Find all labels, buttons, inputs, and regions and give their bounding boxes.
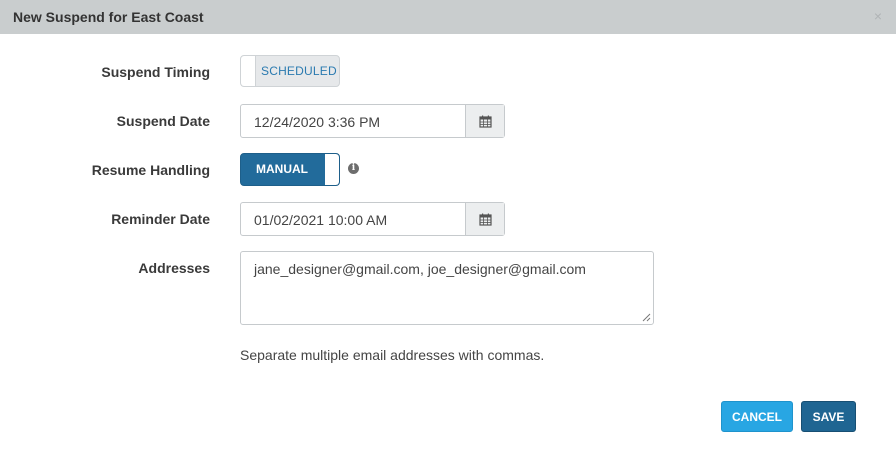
info-icon[interactable]: i (348, 163, 359, 174)
dialog-header: New Suspend for East Coast × (0, 0, 896, 34)
addresses-help-text: Separate multiple email addresses with c… (240, 347, 545, 363)
suspend-date-field[interactable]: 12/24/2020 3:36 PM (240, 104, 505, 138)
reminder-date-label: Reminder Date (111, 211, 210, 227)
addresses-value: jane_designer@gmail.com, joe_designer@gm… (254, 261, 586, 277)
dialog-title: New Suspend for East Coast (13, 9, 204, 25)
resume-handling-value: MANUAL (256, 162, 308, 176)
resize-grip-icon[interactable] (641, 312, 651, 322)
reminder-date-field[interactable]: 01/02/2021 10:00 AM (240, 202, 505, 236)
resume-handling-toggle[interactable]: MANUAL (240, 153, 340, 186)
toggle-knob (241, 56, 256, 86)
toggle-knob (325, 154, 339, 185)
addresses-label: Addresses (138, 260, 210, 276)
suspend-timing-label: Suspend Timing (101, 64, 210, 80)
resume-handling-label: Resume Handling (91, 162, 210, 178)
suspend-date-label: Suspend Date (116, 113, 210, 129)
calendar-icon (478, 213, 492, 226)
suspend-date-calendar-button[interactable] (465, 105, 504, 137)
reminder-date-value: 01/02/2021 10:00 AM (254, 212, 388, 228)
suspend-timing-value: SCHEDULED (261, 64, 337, 78)
suspend-date-value: 12/24/2020 3:36 PM (254, 114, 381, 130)
save-button[interactable]: SAVE (801, 401, 856, 432)
suspend-timing-toggle[interactable]: SCHEDULED (240, 55, 340, 87)
close-icon[interactable]: × (874, 8, 882, 24)
addresses-textarea[interactable]: jane_designer@gmail.com, joe_designer@gm… (240, 251, 654, 325)
reminder-date-calendar-button[interactable] (465, 203, 504, 235)
calendar-icon (478, 115, 492, 128)
cancel-button[interactable]: CANCEL (721, 401, 793, 432)
